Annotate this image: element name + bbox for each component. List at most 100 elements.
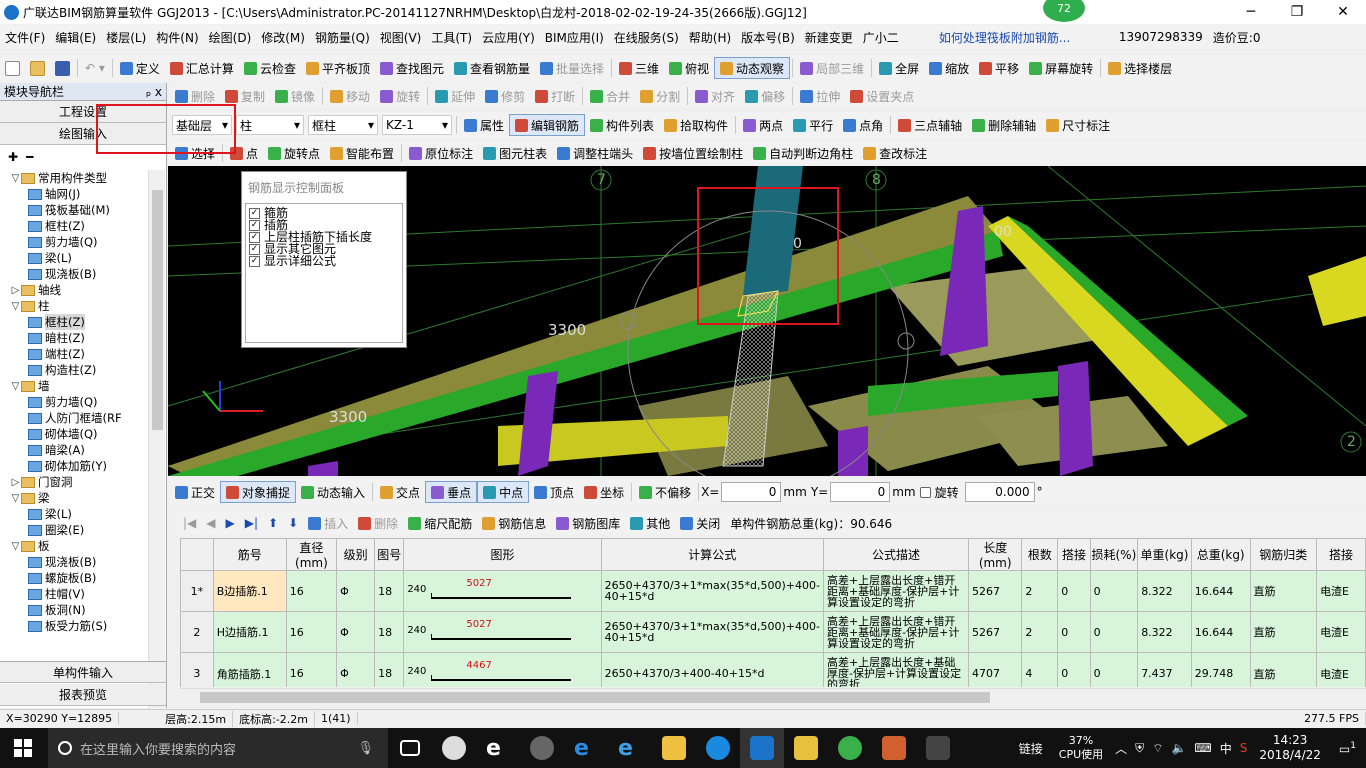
tree-scrollbar[interactable] <box>148 170 165 723</box>
tree-node[interactable]: ▽ 柱 <box>0 298 150 314</box>
rotate-angle-input[interactable]: 0.000 <box>964 482 1035 502</box>
tree-node[interactable]: 筏板基础(M) <box>0 202 150 218</box>
grid-header-0[interactable]: 筋号 <box>212 538 287 571</box>
tree-node[interactable]: ▽ 板 <box>0 538 150 554</box>
rebar-button-0[interactable]: 插入 <box>303 512 353 534</box>
description-cell[interactable]: 高差+上层露出长度+基础厚度-保护层+计算设置设定的弯折 <box>822 652 970 687</box>
draw-button-0[interactable]: 选择 <box>170 142 220 164</box>
edit-button-8[interactable]: 合并 <box>585 85 635 107</box>
dark-app-icon[interactable] <box>916 728 960 768</box>
tree-node[interactable]: 人防门框墙(RF <box>0 410 150 426</box>
rebar-name-cell[interactable]: H边插筋.1 <box>212 611 287 653</box>
tree-node[interactable]: 螺旋板(B) <box>0 570 150 586</box>
network-icon[interactable]: ⌔ <box>1148 741 1167 756</box>
tree-expander-icon[interactable]: ▽ <box>10 301 21 312</box>
nav-report-preview[interactable]: 报表预览 <box>0 684 166 706</box>
snap-button-1[interactable]: 对象捕捉 <box>220 481 297 503</box>
edge-browser-icon[interactable]: e <box>564 728 608 768</box>
clock[interactable]: 14:23 2018/4/22 <box>1251 733 1329 763</box>
last-record-icon[interactable]: ▶| <box>240 512 263 534</box>
menu-item[interactable]: 编辑(E) <box>50 29 101 46</box>
diameter-cell[interactable]: 16 <box>285 652 338 687</box>
close-icon[interactable]: ✕ <box>1320 0 1366 24</box>
cpu-usage-widget[interactable]: 37% CPU使用 <box>1051 734 1111 762</box>
snap-button-8[interactable]: 不偏移 <box>634 481 696 503</box>
edit-button-6[interactable]: 修剪 <box>480 85 530 107</box>
menu-item[interactable]: 如何处理筏板附加钢筋... <box>934 29 1104 46</box>
rebar-name-cell[interactable]: B边插筋.1 <box>212 570 287 612</box>
menu-item[interactable]: BIM应用(I) <box>540 29 609 46</box>
score-badge[interactable]: 72 <box>1043 0 1085 22</box>
category-select[interactable]: 柱 ▾ <box>236 115 304 135</box>
3d-viewport[interactable]: 3300 3300 7 8 2 0 00 钢筋显示控制面板 ✓ 箍筋 ✓ 插筋 ✓ 上层柱… <box>168 166 1366 476</box>
category-cell[interactable]: 直筋 <box>1249 570 1318 612</box>
snap-button-5[interactable]: 中点 <box>477 481 530 503</box>
task-view-icon[interactable] <box>388 728 432 768</box>
tray-expand-icon[interactable]: ︿ <box>1111 740 1131 757</box>
menu-item[interactable]: 云应用(Y) <box>477 29 540 46</box>
component-button-6[interactable]: 点角 <box>838 114 888 136</box>
toolbar1-button-10[interactable]: 局部三维 <box>795 57 869 79</box>
ie-blue-icon[interactable]: e <box>608 728 652 768</box>
grid-row[interactable]: 1* B边插筋.1 16 Φ 18 240 5027 2650+4370/3+1*max(35… <box>180 570 1366 612</box>
unit-weight-cell[interactable]: 7.437 <box>1137 652 1192 687</box>
floor-select[interactable]: 基础层 ▾ <box>172 115 232 135</box>
ie-browser-icon[interactable]: e <box>476 728 520 768</box>
tree-node[interactable]: 构造柱(Z) <box>0 362 150 378</box>
toolbar1-button-3[interactable]: 平齐板顶 <box>301 57 375 79</box>
formula-cell[interactable]: 2650+4370/3+400-40+15*d <box>600 652 824 687</box>
grade-cell[interactable]: Φ <box>336 570 376 612</box>
open-folder-icon[interactable] <box>25 57 50 79</box>
grid-header-4[interactable]: 图形 <box>403 538 602 571</box>
total-weight-cell[interactable]: 16.644 <box>1190 570 1251 612</box>
prev-record-icon[interactable]: ◀ <box>201 512 220 534</box>
tree-node[interactable]: 砌体墙(Q) <box>0 426 150 442</box>
draw-button-7[interactable]: 按墙位置绘制柱 <box>638 142 748 164</box>
rebar-button-6[interactable]: 关闭 <box>675 512 725 534</box>
lap-type-cell[interactable]: 电渣E <box>1316 652 1366 687</box>
category-cell[interactable]: 直筋 <box>1249 652 1318 687</box>
lap-cell[interactable]: 0 <box>1057 652 1091 687</box>
undo-icon[interactable]: ↶ ▾ <box>80 57 110 79</box>
tree-node[interactable]: 板洞(N) <box>0 602 150 618</box>
fan-app-icon[interactable] <box>432 728 476 768</box>
component-button-7[interactable]: 三点辅轴 <box>893 114 967 136</box>
count-cell[interactable]: 2 <box>1021 570 1059 612</box>
grid-header-7[interactable]: 长度(mm) <box>968 538 1023 571</box>
figure-number-cell[interactable]: 18 <box>374 611 405 653</box>
tree-expander-icon[interactable]: ▷ <box>10 477 21 488</box>
sogou-ime-icon[interactable]: S <box>1236 741 1252 755</box>
diameter-cell[interactable]: 16 <box>285 570 338 612</box>
lap-cell[interactable]: 0 <box>1057 611 1091 653</box>
menu-item[interactable]: 文件(F) <box>0 29 50 46</box>
edit-button-0[interactable]: 删除 <box>170 85 220 107</box>
nav-drawing-input[interactable]: 绘图输入 <box>0 123 166 145</box>
grid-row[interactable]: 2 H边插筋.1 16 Φ 18 2405027 2650+4370/3+1*max(35*… <box>180 611 1366 653</box>
keyboard-icon[interactable]: ⌨ <box>1190 741 1215 755</box>
tree-node[interactable]: 砌体加筋(Y) <box>0 458 150 474</box>
toolbar1-button-13[interactable]: 平移 <box>974 57 1024 79</box>
expand-all-icon[interactable]: ✚ <box>8 150 18 164</box>
component-button-1[interactable]: 编辑钢筋 <box>509 114 586 136</box>
tree-node[interactable]: 暗柱(Z) <box>0 330 150 346</box>
unit-weight-cell[interactable]: 8.322 <box>1137 611 1192 653</box>
edit-button-4[interactable]: 旋转 <box>375 85 425 107</box>
tree-node[interactable]: 框柱(Z) <box>0 314 150 330</box>
edit-button-11[interactable]: 偏移 <box>740 85 790 107</box>
edit-button-1[interactable]: 复制 <box>220 85 270 107</box>
component-button-3[interactable]: 拾取构件 <box>659 114 733 136</box>
toolbar1-button-0[interactable]: 定义 <box>115 57 165 79</box>
glodon-g-icon[interactable] <box>696 728 740 768</box>
rebar-button-2[interactable]: 缩尺配筋 <box>403 512 477 534</box>
component-button-2[interactable]: 构件列表 <box>585 114 659 136</box>
tree-node[interactable]: 剪力墙(Q) <box>0 234 150 250</box>
display-checkbox[interactable]: ✓ 显示详细公式 <box>249 255 399 267</box>
grid-header-14[interactable]: 搭接 <box>1316 538 1366 571</box>
draw-button-6[interactable]: 调整柱端头 <box>552 142 638 164</box>
toolbar1-button-8[interactable]: 俯视 <box>664 57 714 79</box>
rotate-checkbox[interactable] <box>919 486 931 498</box>
snap-button-4[interactable]: 垂点 <box>425 481 478 503</box>
total-weight-cell[interactable]: 16.644 <box>1190 611 1251 653</box>
menu-item[interactable]: 楼层(L) <box>101 29 151 46</box>
y-offset-input[interactable]: 0 <box>830 482 891 502</box>
